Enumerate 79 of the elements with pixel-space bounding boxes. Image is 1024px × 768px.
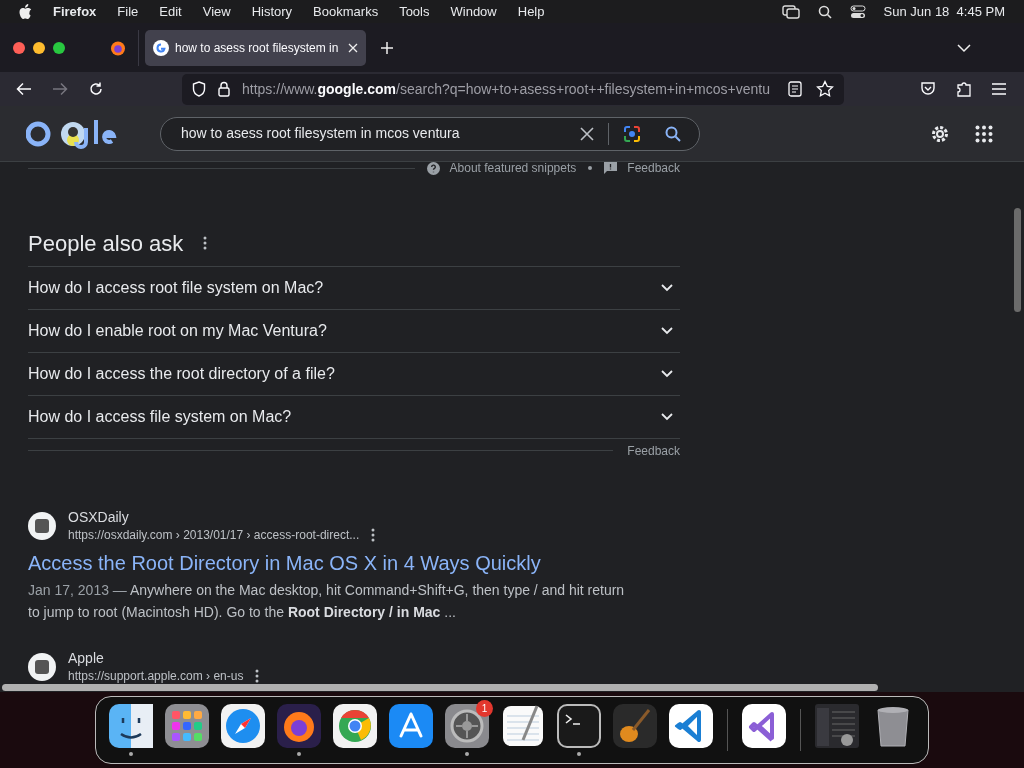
window-thumbnail-icon[interactable] <box>815 704 859 748</box>
more-options-icon[interactable] <box>255 669 260 683</box>
more-options-icon[interactable] <box>371 528 376 542</box>
close-window-icon[interactable] <box>13 41 25 54</box>
result-title-link[interactable]: Access the Root Directory in Mac OS X in 4 Ways Quickly <box>28 550 680 576</box>
section-heading: People also ask <box>28 229 184 258</box>
site-favicon <box>28 512 56 540</box>
url-text: https://www.google.com/search?q=how+to+asess+root++filesystem+in+mcos+ventu <box>242 79 771 99</box>
help-icon[interactable] <box>426 161 440 175</box>
reload-icon[interactable] <box>88 81 104 97</box>
question-row[interactable]: How do I access file system on Mac? <box>28 396 680 439</box>
close-icon[interactable] <box>580 126 594 141</box>
star-icon[interactable] <box>816 80 834 98</box>
menu-item[interactable]: Help <box>517 1 545 22</box>
feedback-link[interactable]: Feedback <box>627 442 680 460</box>
menu-bar-clock[interactable]: Sun Jun 18 4:45 PM <box>883 1 1005 22</box>
site-name: Apple <box>68 649 105 667</box>
ribbon-logo-app-icon[interactable] <box>669 704 713 748</box>
chevron-down-icon[interactable] <box>957 42 971 53</box>
close-tab-icon[interactable] <box>348 42 358 53</box>
letter-a-app-icon[interactable] <box>389 704 433 748</box>
site-name: OSXDaily <box>68 508 130 526</box>
more-options-icon[interactable] <box>203 236 208 250</box>
terminal-app-icon[interactable] <box>557 704 601 748</box>
browser-tab[interactable]: how to asess root filesystem in <box>145 29 366 66</box>
question-row[interactable]: How do I access root file system on Mac? <box>28 267 680 310</box>
feedback-icon[interactable] <box>604 162 618 174</box>
notepad-pen-app-icon[interactable] <box>501 704 545 748</box>
menu-icon[interactable] <box>992 83 1006 95</box>
zoom-window-icon[interactable] <box>53 41 65 54</box>
minimize-window-icon[interactable] <box>33 41 45 54</box>
infinity-ribbon-app-icon[interactable] <box>742 704 786 748</box>
toggles-icon[interactable] <box>849 4 866 19</box>
search-icon[interactable] <box>665 125 681 142</box>
address-field[interactable]: https://www.google.com/search?q=how+to+asess+root++filesystem+in+mcos+ventu <box>182 73 844 105</box>
result-url: https://support.apple.com › en-us <box>68 668 244 685</box>
app-menu[interactable]: Firefox <box>53 1 97 22</box>
result-snippet: Jan 17, 2013 — Anywhere on the Mac desktop, hit Command+Shift+G, then type / and hit return to jump to root (Macintosh HD). Go to the Root Directory / in Mac ... <box>28 581 626 622</box>
about-snippets-link[interactable]: About featured snippets <box>449 159 577 177</box>
question-row[interactable]: How do I access the root directory of a file? <box>28 353 680 396</box>
g-logo-icon <box>153 39 169 56</box>
apps-grid-icon[interactable] <box>975 124 993 143</box>
menu-item[interactable]: View <box>202 1 231 22</box>
notification-badge: 1 <box>476 700 493 717</box>
tab-title: how to asess root filesystem in <box>175 39 340 57</box>
browser-logo-icon[interactable] <box>110 39 126 56</box>
menu-item[interactable]: Tools <box>399 1 430 22</box>
menu-item[interactable]: Window <box>450 1 497 22</box>
overlapping-windows-icon[interactable] <box>781 4 800 19</box>
shield-icon[interactable] <box>192 81 206 97</box>
apple-logo-icon[interactable] <box>18 3 32 20</box>
search-icon[interactable] <box>817 4 832 19</box>
app-grid-icon[interactable] <box>165 704 209 748</box>
result-url: https://osxdaily.com › 2013/01/17 › access-root-direct... <box>68 527 360 544</box>
pocket-icon[interactable] <box>920 81 936 97</box>
horizontal-scrollbar-thumb[interactable] <box>2 684 878 691</box>
question-row[interactable]: How do I enable root on my Mac Ventura? <box>28 310 680 353</box>
back-arrow-icon[interactable] <box>16 82 32 96</box>
new-tab-icon[interactable] <box>380 40 394 55</box>
menu-item[interactable]: History <box>251 1 293 22</box>
padlock-icon[interactable] <box>218 81 230 97</box>
fox-globe-app-icon[interactable] <box>277 704 321 748</box>
reader-view-icon[interactable] <box>788 81 802 97</box>
compass-app-icon[interactable] <box>221 704 265 748</box>
site-favicon <box>28 653 56 681</box>
menu-item[interactable]: Bookmarks <box>313 1 379 22</box>
search-field[interactable]: how to asess root filesystem in mcos ventura <box>160 116 700 151</box>
tri-color-circle-app-icon[interactable] <box>333 704 377 748</box>
forward-arrow-icon[interactable] <box>52 82 68 96</box>
feedback-link[interactable]: Feedback <box>627 159 680 177</box>
menu-item[interactable]: Edit <box>159 1 182 22</box>
search-query: how to asess root filesystem in mcos ventura <box>181 124 461 143</box>
gear-app-icon[interactable] <box>445 704 489 748</box>
puzzle-piece-icon[interactable] <box>956 80 972 98</box>
smiling-face-app-icon[interactable] <box>109 704 153 748</box>
camera-lens-icon[interactable] <box>623 124 641 143</box>
guitar-app-icon[interactable] <box>613 704 657 748</box>
menu-item[interactable]: File <box>117 1 139 22</box>
vertical-scrollbar-thumb[interactable] <box>1014 208 1021 312</box>
